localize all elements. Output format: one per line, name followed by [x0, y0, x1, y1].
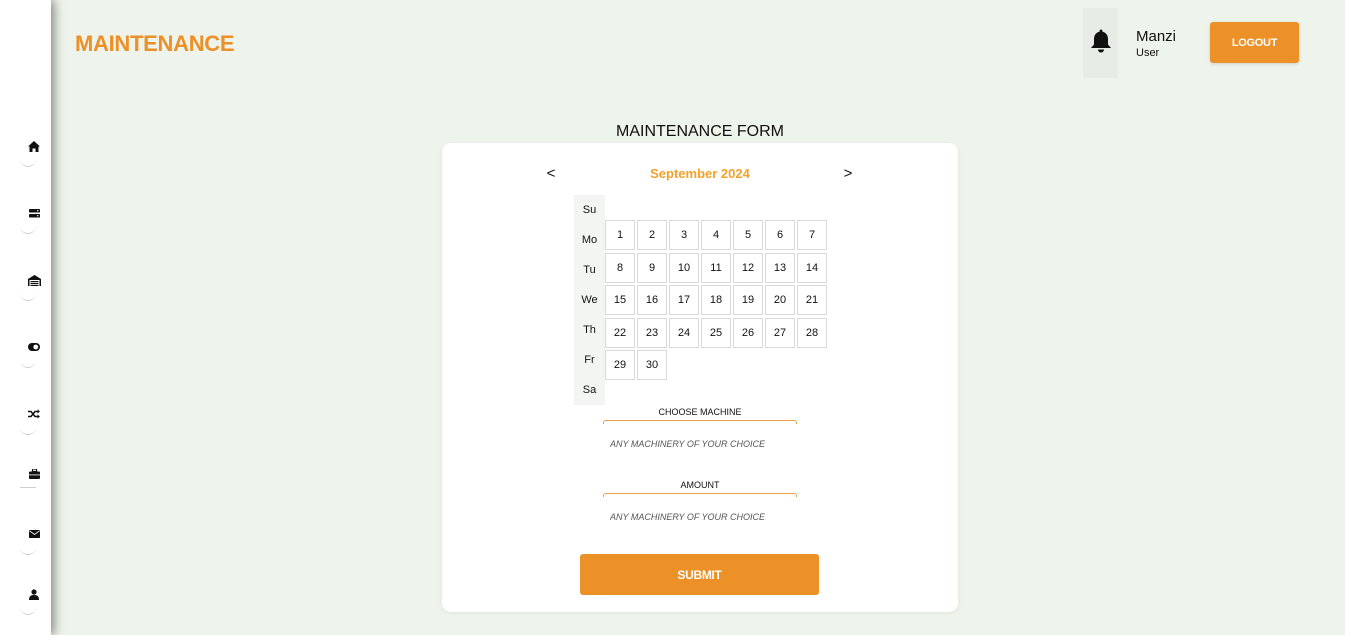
amount-label: AMOUNT	[680, 480, 720, 490]
sidebar-item-mail[interactable]	[0, 527, 51, 587]
form-title: MAINTENANCE FORM	[616, 123, 784, 140]
logout-button[interactable]: LOGOUT	[1210, 22, 1299, 63]
sidebar-item-server[interactable]	[0, 206, 51, 266]
warehouse-icon	[27, 273, 41, 287]
weekday-label: Sa	[574, 375, 605, 405]
briefcase-icon	[27, 467, 41, 481]
calendar-day[interactable]: 19	[733, 285, 763, 315]
calendar-day[interactable]: 18	[701, 285, 731, 315]
server-icon	[27, 206, 41, 220]
sidebar-item-briefcase[interactable]	[0, 467, 51, 527]
calendar-day[interactable]: 9	[637, 252, 667, 283]
calendar-day[interactable]: 22	[605, 317, 635, 348]
maintenance-form-card: < September 2024 > Su Mo Tu We Th Fr Sa 123456…	[442, 143, 958, 612]
weekday-label: Su	[574, 195, 605, 225]
amount-input[interactable]	[610, 512, 810, 522]
calendar-day[interactable]: 27	[765, 317, 795, 348]
calendar-day[interactable]: 1	[605, 220, 635, 250]
weekday-label: Mo	[574, 225, 605, 255]
calendar-day[interactable]: 21	[797, 285, 827, 315]
user-role: User	[1136, 47, 1160, 59]
brand-title: MAINTENANCE	[75, 31, 235, 56]
weekday-label: We	[574, 285, 605, 315]
calendar-day[interactable]: 2	[637, 220, 667, 250]
sidebar-item-shuffle[interactable]	[0, 407, 51, 467]
weekday-label: Fr	[574, 345, 605, 375]
notifications-button[interactable]	[1083, 8, 1118, 78]
calendar-day[interactable]: 16	[637, 285, 667, 315]
machine-input[interactable]	[610, 439, 810, 449]
submit-button[interactable]: SUBMIT	[580, 554, 819, 595]
sidebar-item-profile[interactable]	[0, 587, 51, 635]
calendar-day[interactable]: 30	[637, 350, 667, 380]
calendar-day[interactable]: 4	[701, 220, 731, 250]
home-icon	[27, 139, 41, 153]
user-name: Manzi	[1136, 28, 1177, 45]
calendar-day[interactable]: 20	[765, 285, 795, 315]
calendar-day[interactable]: 17	[669, 285, 699, 315]
calendar-day[interactable]: 8	[605, 252, 635, 283]
calendar-day[interactable]: 5	[733, 220, 763, 250]
calendar-day[interactable]: 29	[605, 350, 635, 380]
calendar-day[interactable]: 12	[733, 252, 763, 283]
calendar-day[interactable]: 24	[669, 317, 699, 348]
machine-underline	[603, 420, 797, 424]
next-month-button[interactable]: >	[840, 165, 856, 182]
envelope-icon	[27, 527, 41, 541]
calendar-day[interactable]: 23	[637, 317, 667, 348]
weekday-label: Th	[574, 315, 605, 345]
calendar-day[interactable]: 6	[765, 220, 795, 250]
calendar-day[interactable]: 28	[797, 317, 827, 348]
user-icon	[27, 587, 41, 601]
calendar-day[interactable]: 13	[765, 252, 795, 283]
toggle-icon	[27, 340, 41, 354]
bell-icon	[1090, 28, 1112, 59]
calendar-day[interactable]: 10	[669, 252, 699, 283]
sidebar-item-home[interactable]	[0, 139, 51, 199]
amount-underline	[603, 493, 797, 497]
calendar-day[interactable]: 15	[605, 285, 635, 315]
shuffle-icon	[27, 407, 41, 421]
calendar-month: September 2024	[650, 166, 750, 181]
sidebar-item-warehouse[interactable]	[0, 273, 51, 333]
sidebar-item-toggle[interactable]	[0, 340, 51, 400]
prev-month-button[interactable]: <	[543, 165, 559, 182]
calendar-day[interactable]: 26	[733, 317, 763, 348]
weekday-label: Tu	[574, 255, 605, 285]
calendar-day[interactable]: 3	[669, 220, 699, 250]
calendar-day[interactable]: 25	[701, 317, 731, 348]
calendar-day[interactable]: 11	[701, 252, 731, 283]
machine-label: CHOOSE MACHINE	[658, 407, 742, 417]
calendar-day[interactable]: 14	[797, 252, 827, 283]
calendar-day[interactable]: 7	[797, 220, 827, 250]
sidebar	[0, 0, 51, 635]
